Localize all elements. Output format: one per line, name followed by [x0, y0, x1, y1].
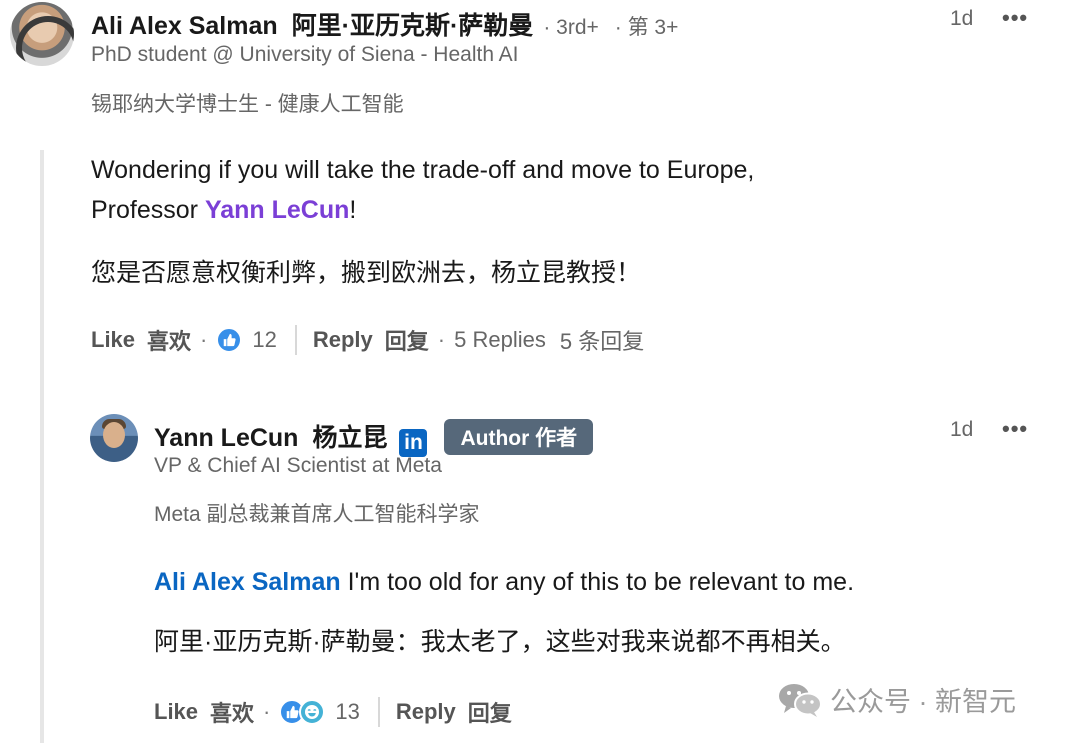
thread-line	[40, 150, 44, 743]
reaction-count[interactable]: 12	[252, 327, 276, 353]
connection-degree: · 3rd+	[543, 16, 599, 39]
action-divider	[377, 697, 380, 727]
wechat-icon	[778, 682, 822, 718]
replies-count-link[interactable]: 5 Replies	[454, 327, 546, 353]
reply-actions: Like 喜欢 · 13 Reply 回复	[154, 696, 512, 728]
like-button[interactable]: Like	[91, 327, 135, 353]
reply-button[interactable]: Reply	[313, 327, 373, 353]
comment-actions: Like 喜欢 · 12 Reply 回复 · 5 Replies 5 条回复	[91, 324, 644, 356]
connection-degree-cn: · 第 3+	[614, 16, 679, 39]
reply-reply-button-cn: 回复	[467, 701, 512, 726]
replier-name-row: Yann LeCun 杨立昆 in Author 作者	[154, 418, 594, 457]
separator-dot: ·	[437, 327, 446, 352]
commenter-name[interactable]: Ali Alex Salman	[91, 12, 278, 41]
laughing-face-icon[interactable]	[299, 699, 326, 725]
commenter-name-row: Ali Alex Salman 阿里·亚历克斯·萨勒曼 · 3rd+ · 第 3…	[91, 6, 678, 42]
commenter-avatar[interactable]	[10, 2, 74, 66]
reply-timestamp: 1d	[950, 418, 974, 441]
comment-line-1: Wondering if you will take the trade-off…	[91, 156, 755, 184]
replier-headline: VP & Chief AI Scientist at Meta	[154, 454, 442, 477]
action-divider	[294, 325, 297, 355]
thumbs-up-icon[interactable]	[216, 327, 243, 353]
reply-like-button[interactable]: Like	[154, 699, 198, 725]
comment-timestamp: 1d	[950, 7, 974, 30]
watermark-text: 公众号 · 新智元	[830, 687, 1016, 717]
reply-body: Ali Alex Salman I'm too old for any of t…	[154, 562, 1034, 602]
separator-dot: ·	[263, 699, 271, 724]
reply-more-button[interactable]: •••	[1002, 416, 1028, 442]
comment-line-2: Professor Yann LeCun!	[91, 190, 971, 230]
like-button-cn: 喜欢	[147, 329, 192, 354]
comment-line-2-suffix: !	[349, 196, 357, 224]
reply-body-cn: 阿里·亚历克斯·萨勒曼：我太老了，这些对我来说都不再相关。	[154, 628, 846, 656]
replies-count-cn: 5 条回复	[559, 329, 645, 354]
comment-body: Wondering if you will take the trade-off…	[91, 150, 971, 230]
commenter-name-cn: 阿里·亚历克斯·萨勒曼	[291, 12, 534, 40]
comment-body-cn: 您是否愿意权衡利弊，搬到欧洲去，杨立昆教授！	[91, 259, 642, 287]
reply-button-cn: 回复	[384, 329, 429, 354]
replier-headline-cn: Meta 副总裁兼首席人工智能科学家	[154, 503, 480, 526]
watermark: 公众号 · 新智元	[778, 680, 1016, 719]
replier-avatar[interactable]	[90, 414, 138, 462]
reply-text: I'm too old for any of this to be releva…	[340, 568, 855, 596]
replier-name-cn: 杨立昆	[312, 424, 388, 452]
reply-reply-button[interactable]: Reply	[396, 699, 456, 725]
reply-mention-link[interactable]: Ali Alex Salman	[154, 568, 341, 596]
replier-name[interactable]: Yann LeCun	[154, 424, 298, 453]
author-badge: Author 作者	[444, 419, 594, 455]
mention-link[interactable]: Yann LeCun	[205, 196, 349, 224]
comment-line-2-prefix: Professor	[91, 196, 205, 224]
commenter-headline: PhD student @ University of Siena - Heal…	[91, 43, 519, 66]
avatar-face	[103, 422, 125, 448]
reply-reaction-count[interactable]: 13	[335, 699, 359, 725]
headphones-graphic	[16, 16, 74, 66]
linkedin-icon: in	[399, 429, 428, 457]
comment-more-button[interactable]: •••	[1002, 5, 1028, 31]
commenter-headline-cn: 锡耶纳大学博士生 - 健康人工智能	[91, 93, 404, 116]
reply-like-button-cn: 喜欢	[210, 701, 255, 726]
separator-dot: ·	[200, 327, 208, 352]
